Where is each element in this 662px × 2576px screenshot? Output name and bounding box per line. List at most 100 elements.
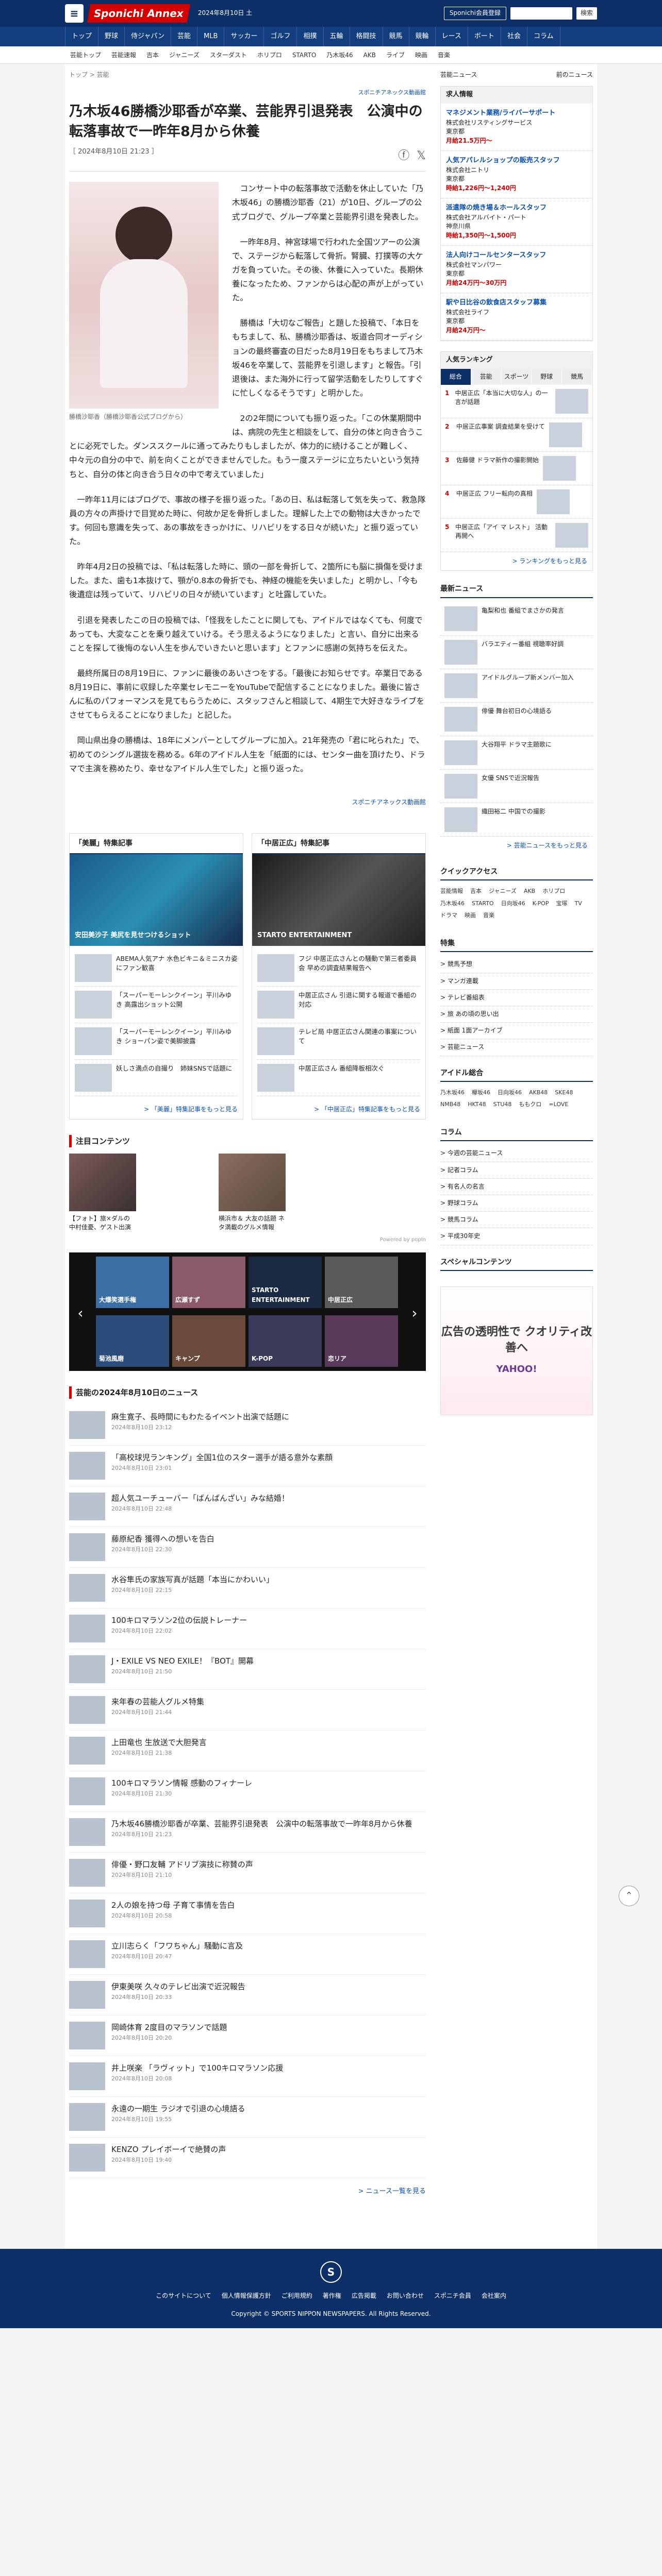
quick-tag[interactable]: TV — [575, 899, 582, 908]
subnav-item[interactable]: 吉本 — [141, 46, 164, 63]
news-list-item[interactable]: 立川志らく「フワちゃん」騒動に言及 2024年8月10日 20:47 — [69, 1934, 426, 1975]
news-list-item[interactable]: 2人の娘を持つ母 子育て事情を告白 2024年8月10日 20:58 — [69, 1893, 426, 1935]
news-list-item[interactable]: 来年春の芸能人グルメ特集 2024年8月10日 21:44 — [69, 1690, 426, 1731]
quick-tag[interactable]: 宝塚 — [556, 899, 568, 908]
x-share-icon[interactable]: 𝕏 — [417, 147, 426, 165]
news-list-item[interactable]: 伊東美咲 久々のテレビ出演で近況報告 2024年8月10日 20:33 — [69, 1975, 426, 2016]
nav-item[interactable]: 侍ジャパン — [125, 27, 172, 46]
latest-news-item[interactable]: 俳優 舞台初日の心境語る — [440, 703, 593, 736]
subnav-item[interactable]: 芸能トップ — [65, 46, 106, 63]
carousel-tile[interactable]: 中居正広 — [325, 1257, 398, 1309]
special-link[interactable]: > 紙面 1面アーカイブ — [440, 1023, 593, 1040]
nav-item[interactable]: ボート — [468, 27, 501, 46]
news-list-item[interactable]: 超人気ユーチューバー「ばんばんざい」みな結婚！ 2024年8月10日 22:48 — [69, 1486, 426, 1528]
subnav-item[interactable]: 乃木坂46 — [321, 46, 358, 63]
feature-card-image[interactable]: STARTO ENTERTAINMENT — [252, 854, 425, 946]
feature-card-item[interactable]: 「スーパーモーレンクイーン」平川みゆき 高露出ショット公開 — [75, 987, 238, 1024]
ranking-tab[interactable]: 総合 — [441, 368, 471, 385]
latest-news-item[interactable]: 織田裕二 中国での撮影 — [440, 803, 593, 837]
column-link[interactable]: > 野球コラム — [440, 1195, 593, 1212]
feature-card-title[interactable]: 「中居正広」特集記事 — [252, 833, 425, 855]
feature-card-item[interactable]: テレビ局 中居正広さん関連の事案について — [257, 1023, 420, 1060]
latest-more-link[interactable]: > 芸能ニュースをもっと見る — [440, 837, 593, 855]
site-logo[interactable]: Sponichi Annex — [87, 4, 191, 23]
search-button[interactable]: 検索 — [576, 7, 597, 20]
ranking-tab[interactable]: スポーツ — [501, 368, 532, 385]
nav-item[interactable]: 芸能 — [171, 27, 198, 46]
special-link[interactable]: > 競馬予想 — [440, 956, 593, 973]
footer-link[interactable]: 広告掲載 — [352, 2291, 376, 2301]
facebook-share-icon[interactable]: ⓕ — [398, 147, 409, 165]
footer-link[interactable]: お問い合わせ — [387, 2291, 424, 2301]
nav-item[interactable]: 社会 — [501, 27, 527, 46]
subnav-item[interactable]: ホリプロ — [252, 46, 287, 63]
feature-card-item[interactable]: 妖しさ満点の自撮り 姉妹SNSで話題に — [75, 1060, 238, 1097]
news-list-item[interactable]: 俳優・野口友輔 アドリブ演技に称賛の声 2024年8月10日 21:10 — [69, 1853, 426, 1894]
subnav-item[interactable]: 映画 — [410, 46, 433, 63]
column-link[interactable]: > 記者コラム — [440, 1162, 593, 1179]
footer-logo-icon[interactable]: S — [320, 2261, 342, 2283]
quick-tag[interactable]: STARTO — [472, 899, 494, 908]
footer-link[interactable]: スポニチ会員 — [434, 2291, 471, 2301]
nav-item[interactable]: 競馬 — [383, 27, 409, 46]
carousel-tile[interactable]: STARTO ENTERTAINMENT — [249, 1257, 322, 1309]
nav-item[interactable]: 相撲 — [297, 27, 324, 46]
quick-tag[interactable]: ドラマ — [440, 911, 457, 920]
latest-news-item[interactable]: バラエティー番組 視聴率好調 — [440, 636, 593, 669]
article-photo[interactable] — [69, 182, 219, 409]
idol-tag[interactable]: =LOVE — [549, 1100, 568, 1109]
news-list-item[interactable]: KENZO プレイボーイで絶賛の声 2024年8月10日 19:40 — [69, 2138, 426, 2179]
latest-news-item[interactable]: 大谷翔平 ドラマ主題歌に — [440, 736, 593, 770]
ranking-tab[interactable]: 競馬 — [562, 368, 592, 385]
news-list-item[interactable]: 上田竜也 生放送で大胆発言 2024年8月10日 21:38 — [69, 1731, 426, 1772]
special-link[interactable]: > テレビ番組表 — [440, 990, 593, 1006]
carousel-tile[interactable]: 恋リア — [325, 1315, 398, 1367]
special-link[interactable]: > マンガ連載 — [440, 973, 593, 990]
latest-news-item[interactable]: 亀梨和也 番組でまさかの発言 — [440, 602, 593, 636]
idol-tag[interactable]: ももクロ — [519, 1100, 541, 1109]
quick-tag[interactable]: ジャニーズ — [489, 887, 517, 896]
footer-link[interactable]: 会社案内 — [482, 2291, 506, 2301]
sponsor-bottom-link[interactable]: スポニチアネックス動画館 — [69, 798, 426, 807]
carousel-tile[interactable]: 菊池風磨 — [96, 1315, 169, 1367]
quick-tag[interactable]: 日向坂46 — [501, 899, 525, 908]
idol-tag[interactable]: HKT48 — [468, 1100, 486, 1109]
column-link[interactable]: > 有名人の名言 — [440, 1179, 593, 1196]
feature-card-item[interactable]: フジ 中居正広さんとの騒動で第三者委員会 早めの調査結果報告へ — [257, 950, 420, 987]
quick-tag[interactable]: 映画 — [465, 911, 476, 920]
sponsor-label[interactable]: スポニチアネックス動画館 — [69, 88, 426, 97]
menu-icon[interactable]: ≡ — [65, 4, 84, 23]
subnav-item[interactable]: スターダスト — [205, 46, 252, 63]
footer-link[interactable]: 著作権 — [323, 2291, 341, 2301]
nav-item[interactable]: 野球 — [98, 27, 125, 46]
quick-tag[interactable]: ホリプロ — [542, 887, 565, 896]
news-list-item[interactable]: 乃木坂46勝橋沙耶香が卒業、芸能界引退発表 公演中の転落事故で一昨年8月から休養… — [69, 1812, 426, 1853]
subnav-item[interactable]: AKB — [358, 46, 381, 63]
idol-tag[interactable]: AKB48 — [529, 1088, 548, 1097]
column-link[interactable]: > 競馬コラム — [440, 1212, 593, 1229]
news-list-item[interactable]: 藤原紀香 獲得への想いを告白 2024年8月10日 22:30 — [69, 1527, 426, 1568]
ranking-item[interactable]: 4 中居正広 フリー転向の真相 — [441, 485, 592, 519]
column-link[interactable]: > 今週の芸能ニュース — [440, 1145, 593, 1162]
feature-card-item[interactable]: 中居正広さん 引退に関する報道で番組の対応 — [257, 987, 420, 1024]
nav-item[interactable]: MLB — [197, 27, 225, 46]
feature-card-item[interactable]: 中居正広さん 番組降板相次ぐ — [257, 1060, 420, 1097]
nav-item[interactable]: トップ — [65, 27, 99, 46]
scroll-top-icon[interactable]: ⌃ — [619, 1886, 639, 1906]
subnav-item[interactable]: ジャニーズ — [164, 46, 205, 63]
ranking-item[interactable]: 1 中居正広「本当に大切な人」の一言が話題 — [441, 385, 592, 419]
breadcrumb[interactable]: トップ > 芸能 — [69, 64, 426, 88]
prev-news-link[interactable]: 前のニュース — [556, 70, 593, 80]
nav-item[interactable]: 格闘技 — [350, 27, 383, 46]
search-input[interactable] — [510, 7, 572, 20]
latest-news-item[interactable]: アイドルグループ新メンバー加入 — [440, 669, 593, 703]
news-list-item[interactable]: 麻生寛子、長時間にもわたるイベント出演で話題に 2024年8月10日 23:12 — [69, 1405, 426, 1446]
ranking-item[interactable]: 3 佐藤健 ドラマ新作の撮影開始 — [441, 452, 592, 486]
job-listing[interactable]: 法人向けコールセンタースタッフ 株式会社マンパワー 東京都 月給24万円～30万円 — [441, 246, 592, 294]
nav-item[interactable]: コラム — [527, 27, 560, 46]
quick-tag[interactable]: 乃木坂46 — [440, 899, 465, 908]
news-list-item[interactable]: 「高校球児ランキング」全国1位のスター選手が語る意外な素顔 2024年8月10日 … — [69, 1446, 426, 1487]
ranking-item[interactable]: 2 中居正広事案 調査結果を受けて — [441, 418, 592, 452]
attention-item[interactable]: 横浜市＆ 大友の話題 ネタ満載のグルメ情報 — [219, 1153, 286, 1232]
idol-tag[interactable]: SKE48 — [555, 1088, 573, 1097]
